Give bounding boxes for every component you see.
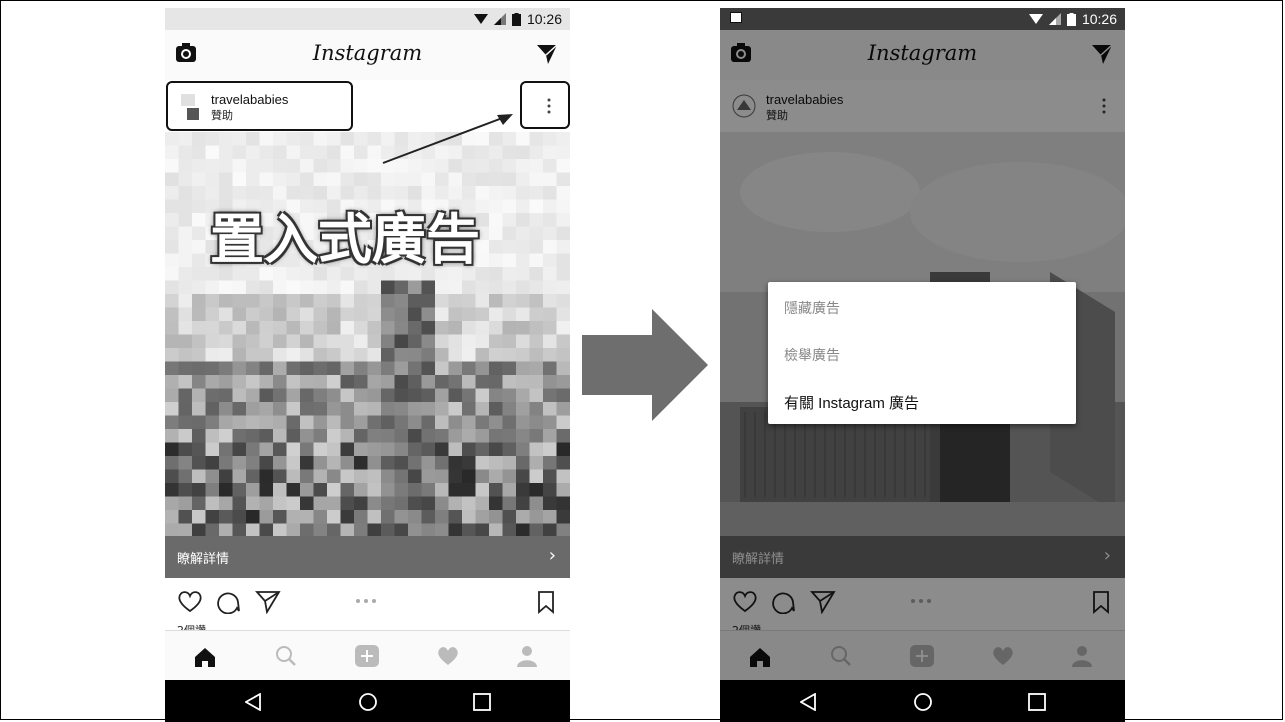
battery-icon: [1066, 12, 1076, 26]
bookmark-icon[interactable]: [537, 590, 555, 614]
phone-after: 10:26 Instagram travelababies 贊助 瞭解詳情 › …: [720, 8, 1125, 722]
menu-item-report-ad[interactable]: 檢舉廣告: [784, 345, 840, 365]
chevron-right-icon: ›: [548, 545, 556, 566]
back-icon[interactable]: [245, 693, 261, 711]
signal-icon: [1048, 13, 1061, 25]
android-nav-bar: [720, 680, 1125, 722]
profile-icon[interactable]: [517, 645, 537, 667]
recents-icon[interactable]: [1028, 693, 1046, 711]
status-time: 10:26: [526, 11, 562, 27]
pointer-arrow: [382, 114, 513, 164]
menu-highlight-box: [520, 81, 570, 129]
add-post-icon[interactable]: [355, 645, 379, 667]
battery-icon: [511, 12, 521, 26]
status-time: 10:26: [1081, 11, 1117, 27]
home-nav-icon[interactable]: [358, 692, 378, 712]
annotation-label: 置入式廣告: [210, 207, 480, 271]
learn-more-bar[interactable]: 瞭解詳情 ›: [165, 536, 570, 578]
status-bar: 10:26: [165, 8, 570, 30]
home-icon[interactable]: [194, 647, 216, 667]
direct-message-icon[interactable]: [536, 43, 558, 65]
bottom-tab-bar: [165, 630, 570, 681]
wifi-icon: [1028, 14, 1043, 24]
activity-heart-icon[interactable]: [437, 646, 459, 666]
ad-options-menu: 隱藏廣告 檢舉廣告 有關 Instagram 廣告: [768, 282, 1076, 424]
android-nav-bar: [165, 680, 570, 722]
share-icon[interactable]: [255, 590, 281, 614]
search-icon[interactable]: [275, 645, 297, 667]
sponsor-highlight-box: [166, 81, 353, 131]
post-actions: 2個讚: [165, 578, 570, 637]
learn-more-label: 瞭解詳情: [177, 552, 230, 567]
signal-icon: [493, 13, 506, 25]
notification-image-icon: [730, 12, 742, 23]
post-photo-pixelated[interactable]: [165, 132, 570, 536]
carousel-dots: [356, 599, 376, 603]
transition-arrow-icon: [582, 309, 708, 421]
menu-item-hide-ad[interactable]: 隱藏廣告: [784, 298, 840, 318]
heart-icon[interactable]: [177, 590, 203, 614]
recents-icon[interactable]: [473, 693, 491, 711]
back-icon[interactable]: [800, 693, 816, 711]
app-bar: Instagram: [165, 30, 570, 81]
wifi-icon: [473, 14, 488, 24]
comment-icon[interactable]: [217, 590, 241, 614]
home-nav-icon[interactable]: [913, 692, 933, 712]
menu-item-about-ads[interactable]: 有關 Instagram 廣告: [784, 392, 919, 413]
status-bar: 10:26: [720, 8, 1125, 30]
instagram-logo: Instagram: [312, 41, 423, 65]
